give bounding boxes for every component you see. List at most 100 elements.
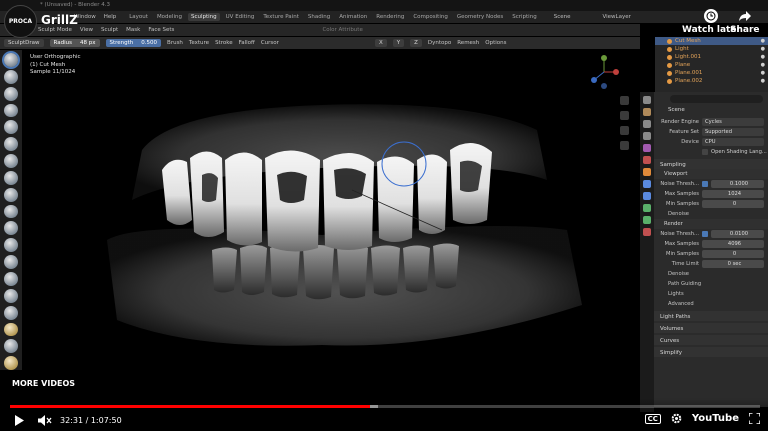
tab-layout[interactable]: Layout: [126, 13, 151, 21]
mode-selector[interactable]: Sculpt Mode: [38, 27, 72, 33]
crease-brush-icon[interactable]: [4, 187, 18, 202]
camera-icon[interactable]: [620, 126, 629, 135]
render-min-field[interactable]: 0: [702, 250, 764, 258]
tab-texture-paint[interactable]: Texture Paint: [260, 13, 302, 21]
clay-thumb-brush-icon[interactable]: [4, 120, 18, 135]
tab-compositing[interactable]: Compositing: [410, 13, 450, 21]
advanced-subsection[interactable]: Advanced: [654, 299, 768, 309]
menu-help[interactable]: Help: [104, 14, 117, 20]
eye-icon[interactable]: ●: [761, 70, 765, 76]
subtitles-button[interactable]: CC: [644, 413, 661, 424]
tool-tab-icon[interactable]: [643, 96, 651, 104]
render-max-field[interactable]: 4096: [702, 240, 764, 248]
outliner-item-light[interactable]: Light ●: [655, 45, 768, 53]
thumb-brush-icon[interactable]: [4, 339, 18, 354]
brush-selector[interactable]: SculptDraw: [4, 39, 44, 47]
eye-icon[interactable]: ●: [761, 78, 765, 84]
outliner-item-plane-001[interactable]: Plane.001 ●: [655, 69, 768, 77]
lights-subsection[interactable]: Lights: [654, 289, 768, 299]
play-icon[interactable]: [14, 415, 24, 426]
outliner-item-cut-mesh[interactable]: Cut Mesh ●: [655, 37, 768, 45]
eye-icon[interactable]: ●: [761, 46, 765, 52]
tab-scripting[interactable]: Scripting: [509, 13, 539, 21]
multiplane-scrape-icon[interactable]: [4, 271, 18, 286]
tab-sculpting[interactable]: Sculpting: [187, 13, 220, 21]
video-title[interactable]: GrillZ: [41, 13, 78, 27]
tab-modeling[interactable]: Modeling: [154, 13, 185, 21]
simplify-section[interactable]: Simplify: [654, 347, 768, 357]
viewport-subsection[interactable]: Viewport: [654, 169, 768, 179]
render-noise-checkbox[interactable]: [702, 231, 708, 237]
gizmo-x-axis[interactable]: [613, 69, 619, 75]
curves-section[interactable]: Curves: [654, 335, 768, 345]
symmetry-z[interactable]: Z: [410, 39, 422, 47]
scrape-brush-icon[interactable]: [4, 255, 18, 269]
tab-rendering[interactable]: Rendering: [373, 13, 407, 21]
channel-avatar[interactable]: PROCA: [4, 5, 37, 38]
outliner-item-plane-002[interactable]: Plane.002 ●: [655, 77, 768, 85]
menu-mask[interactable]: Mask: [126, 27, 140, 33]
youtube-logo[interactable]: YouTube: [692, 413, 739, 424]
share-button[interactable]: Share: [730, 9, 760, 35]
fullscreen-icon[interactable]: [749, 413, 760, 424]
view-layer-selector[interactable]: ViewLayer: [602, 14, 630, 20]
feature-set-select[interactable]: Supported: [702, 128, 764, 136]
flatten-brush-icon[interactable]: [4, 221, 18, 236]
gizmo-neg-z[interactable]: [601, 83, 607, 89]
radius-field[interactable]: Radius 48 px: [49, 39, 100, 47]
material-tab-icon[interactable]: [643, 228, 651, 236]
pan-hand-icon[interactable]: [620, 111, 629, 120]
tab-uv-editing[interactable]: UV Editing: [223, 13, 258, 21]
symmetry-y[interactable]: Y: [392, 39, 405, 47]
dyntopo-toggle[interactable]: Dyntopo: [428, 40, 451, 46]
menu-cursor[interactable]: Cursor: [261, 40, 279, 46]
clay-strips-brush-icon[interactable]: [4, 103, 18, 118]
view-layer-tab-icon[interactable]: [643, 132, 651, 140]
eye-icon[interactable]: ●: [761, 38, 765, 44]
viewport-max-field[interactable]: 1024: [702, 190, 764, 198]
strength-field[interactable]: Strength 0.500: [105, 39, 162, 47]
layer-brush-icon[interactable]: [4, 137, 18, 152]
blob-brush-icon[interactable]: [4, 170, 18, 185]
grab-brush-icon[interactable]: [4, 305, 18, 320]
physics-tab-icon[interactable]: [643, 204, 651, 212]
menu-stroke[interactable]: Stroke: [215, 40, 233, 46]
menu-texture[interactable]: Texture: [189, 40, 209, 46]
object-tab-icon[interactable]: [643, 168, 651, 176]
pinch-brush-icon[interactable]: [4, 288, 18, 303]
progress-bar[interactable]: [10, 405, 760, 408]
menu-face-sets[interactable]: Face Sets: [148, 27, 174, 33]
remesh-menu[interactable]: Remesh: [457, 40, 479, 46]
smooth-brush-icon[interactable]: [4, 204, 18, 219]
grid-icon[interactable]: [620, 141, 629, 150]
particles-tab-icon[interactable]: [643, 192, 651, 200]
outliner-item-light-001[interactable]: Light.001 ●: [655, 53, 768, 61]
viewport-denoise[interactable]: Denoise: [654, 209, 768, 219]
render-engine-select[interactable]: Cycles: [702, 118, 764, 126]
light-paths-section[interactable]: Light Paths: [654, 311, 768, 321]
clay-brush-icon[interactable]: [4, 86, 18, 101]
render-tab-icon[interactable]: [643, 108, 651, 116]
render-denoise[interactable]: Denoise: [654, 269, 768, 279]
color-attribute-field[interactable]: Color Attribute: [322, 27, 362, 33]
properties-search[interactable]: [670, 95, 763, 103]
modifier-tab-icon[interactable]: [643, 180, 651, 188]
menu-brush[interactable]: Brush: [167, 40, 183, 46]
menu-falloff[interactable]: Falloff: [239, 40, 255, 46]
eye-icon[interactable]: ●: [761, 54, 765, 60]
render-subsection[interactable]: Render: [654, 219, 768, 229]
outliner-item-plane[interactable]: Plane ●: [655, 61, 768, 69]
sampling-section[interactable]: Sampling: [654, 159, 768, 169]
menu-view[interactable]: View: [80, 27, 93, 33]
viewport-noise-checkbox[interactable]: [702, 181, 708, 187]
path-guiding[interactable]: Path Guiding: [654, 279, 768, 289]
settings-gear-icon[interactable]: [671, 413, 682, 424]
tab-animation[interactable]: Animation: [336, 13, 370, 21]
inflate-brush-icon[interactable]: [4, 154, 18, 168]
mask-brush-icon[interactable]: [4, 356, 18, 371]
mute-icon[interactable]: [38, 415, 52, 426]
scene-selector[interactable]: Scene: [554, 14, 571, 20]
device-select[interactable]: CPU: [702, 138, 764, 146]
options-menu[interactable]: Options: [485, 40, 506, 46]
osl-checkbox[interactable]: [702, 149, 708, 155]
